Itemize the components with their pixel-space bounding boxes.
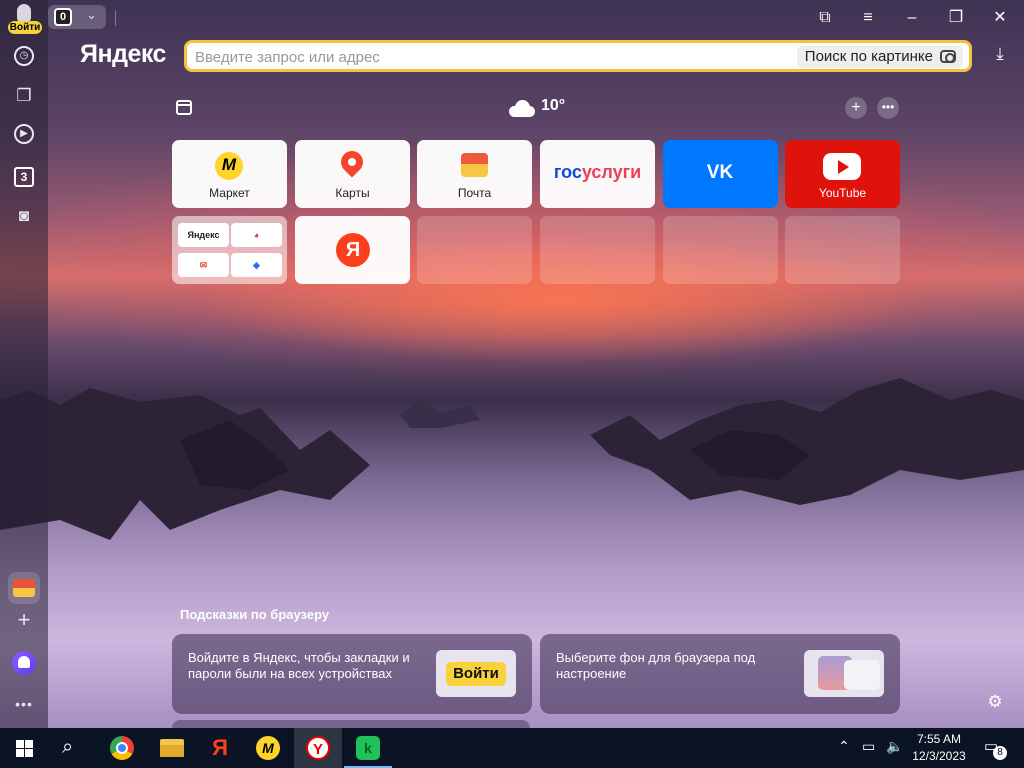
maps-pin-icon [336,146,368,178]
tip-card-next [172,720,530,728]
tip-card-background[interactable]: Выберите фон для браузера под настроение [540,634,900,714]
image-search-button[interactable]: Поиск по картинке [796,46,963,68]
taskbar-yandex-browser[interactable]: Y [294,728,342,768]
yandex-icon: Я [212,735,228,760]
download-icon[interactable]: ⤓ [990,44,1010,68]
yandex-browser-icon: Y [306,736,330,760]
sidebar: Войти ◷ ❐ ▶ 3 ◙ + ••• [0,0,48,728]
clock-time: 7:55 AM [916,732,962,746]
customize-icon[interactable]: ⚙ [985,692,1005,712]
sidebar-toggle-icon[interactable] [176,100,192,115]
calendar-icon[interactable]: 3 [14,167,34,187]
screenshot-icon[interactable]: ◙ [12,204,36,228]
tile-vk[interactable]: VK [663,140,778,208]
tile-empty[interactable] [540,216,655,284]
tab-count: 0 [54,8,72,26]
mail-icon [461,153,488,177]
mini-disk-icon: ◆ [231,253,282,277]
dashboard-more-button[interactable]: ••• [877,97,899,119]
tile-empty[interactable] [785,216,900,284]
tabs-button[interactable]: 0 ⌄ [48,5,106,29]
gosuslugi-logo: госуслуги [553,162,642,182]
youtube-play-icon [823,153,861,180]
kaspersky-icon: k [356,736,380,760]
camera-icon [940,50,956,63]
menu-icon[interactable]: ≡ [853,6,883,30]
start-button[interactable] [0,728,48,768]
mini-alice-icon: ◕ [231,223,282,247]
divider [115,10,116,26]
search-icon[interactable]: ⌕ [62,736,84,760]
search-input[interactable] [195,46,775,68]
mail-sidebar-button[interactable] [8,572,40,604]
clock-date: 12/3/2023 [912,749,966,763]
tile-maps[interactable]: Карты [295,140,410,208]
folder-icon [160,739,184,757]
minimize-button[interactable]: – [897,6,927,30]
windows-icon [16,740,33,757]
vk-logo: VK [706,162,734,183]
tips-title: Подсказки по браузеру [180,607,330,622]
history-icon[interactable]: ◷ [14,46,34,66]
alice-assistant-icon[interactable] [12,651,36,675]
yandex-logo[interactable]: Яндекс [80,40,166,69]
mini-yandex: Яндекс [178,223,229,247]
restore-button[interactable]: ❐ [941,6,971,30]
tip-text: Войдите в Яндекс, чтобы закладки и парол… [188,650,410,681]
taskbar: ⌕ Я M Y k ⌃ ▭ 🔈 7:55 AM 12/3/2023 ▭ 8 [0,728,1024,768]
taskbar-kaspersky[interactable]: k [344,728,392,768]
taskbar-yandex[interactable]: Я [196,728,244,768]
collections-icon[interactable]: ❐ [12,84,36,108]
weather-temp: 10° [541,97,566,114]
tile-label: Почта [457,186,492,200]
tip-card-login[interactable]: Войдите в Яндекс, чтобы закладки и парол… [172,634,532,714]
tile-empty[interactable] [417,216,532,284]
chevron-up-icon[interactable]: ⌃ [838,738,850,755]
mountains-silhouette [0,378,1024,540]
tile-yandex-group[interactable]: Яндекс ◕ ✉ ◆ [172,216,287,284]
add-tile-button[interactable]: + [845,97,867,119]
mail-icon [13,579,35,597]
close-button[interactable]: ✕ [985,6,1015,30]
tile-label: Карты [335,186,370,200]
tip-login-preview: Войти [436,650,516,697]
title-bar: 0 ⌄ ⧉ ≡ – ❐ ✕ [0,0,1024,36]
add-panel-icon[interactable]: + [12,608,36,632]
tile-empty[interactable] [663,216,778,284]
more-icon[interactable]: ••• [12,692,36,716]
yandex-icon: Я [336,233,370,267]
tip-login-button[interactable]: Войти [446,662,506,686]
taskbar-chrome[interactable] [98,728,146,768]
market-icon: M [256,736,280,760]
tip-text: Выберите фон для браузера под настроение [556,650,756,681]
notifications-icon[interactable]: ▭ 8 [984,737,1007,760]
tile-market[interactable]: Маркет [172,140,287,208]
chrome-icon [110,736,134,760]
notification-count: 8 [993,746,1007,760]
network-icon[interactable]: ▭ [862,738,875,755]
tile-gosuslugi[interactable]: госуслуги [540,140,655,208]
tile-label: Маркет [209,186,250,200]
mini-mail-icon: ✉ [178,253,229,277]
play-icon[interactable]: ▶ [14,124,34,144]
market-icon [215,152,243,180]
tile-youtube[interactable]: YouTube [785,140,900,208]
image-search-label: Поиск по картинке [804,48,933,65]
taskbar-explorer[interactable] [148,728,196,768]
tile-mail[interactable]: Почта [417,140,532,208]
volume-icon[interactable]: 🔈 [886,738,903,755]
tile-yandex[interactable]: Я [295,216,410,284]
cloud-icon [507,99,537,117]
tile-label: YouTube [818,186,867,200]
chevron-down-icon: ⌄ [86,7,97,22]
address-bar[interactable]: Поиск по картинке [184,40,972,72]
system-clock[interactable]: 7:55 AM 12/3/2023 [906,731,972,765]
background-preview [804,650,884,697]
taskbar-market[interactable]: M [244,728,292,768]
bookmarks-icon[interactable]: ⧉ [810,6,840,30]
